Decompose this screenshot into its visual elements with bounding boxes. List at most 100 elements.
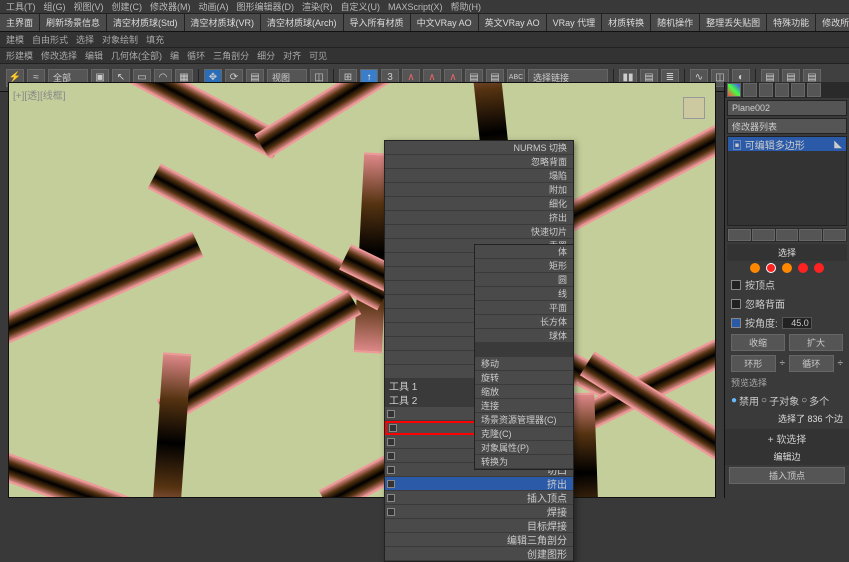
ribbon-item[interactable]: 编 — [170, 49, 179, 62]
preview-multi[interactable]: 多个 — [809, 393, 829, 408]
poly-subobj-icon[interactable] — [798, 263, 808, 273]
tab[interactable]: 材质转换 — [602, 14, 651, 31]
menu-item[interactable]: 渲染(R) — [302, 0, 333, 13]
editedge-rollout[interactable]: 编辑边 — [725, 448, 849, 465]
ctx2-item[interactable]: 球体 — [475, 329, 573, 343]
object-name-field[interactable]: Plane002 — [727, 100, 847, 116]
ribbon-item[interactable]: 几何体(全部) — [111, 49, 162, 62]
insert-vertex-button[interactable]: 插入顶点 — [729, 467, 845, 484]
tab[interactable]: 刷新场景信息 — [40, 14, 107, 31]
ctx-quickslice[interactable]: 快速切片 — [385, 225, 573, 239]
softsel-rollout[interactable]: + 软选择 — [725, 429, 849, 448]
tab[interactable]: 随机操作 — [651, 14, 700, 31]
ribbon-item[interactable]: 建模 — [6, 33, 24, 46]
ctx2-scale[interactable]: 缩放 — [475, 385, 573, 399]
ribbon-item[interactable]: 细分 — [257, 49, 275, 62]
menu-item[interactable]: 自定义(U) — [341, 0, 381, 13]
menu-item[interactable]: 帮助(H) — [451, 0, 482, 13]
ctx-weld[interactable]: 焊接 — [385, 505, 573, 519]
ctx-nurms[interactable]: NURMS 切换 — [385, 141, 573, 155]
ctx2-object-props[interactable]: 对象属性(P) — [475, 441, 573, 455]
tab[interactable]: 清空材质球(Arch) — [261, 14, 344, 31]
display-tab-icon[interactable] — [791, 83, 805, 97]
by-vertex-checkbox[interactable] — [731, 280, 741, 290]
stack-btn[interactable] — [799, 229, 822, 241]
tab[interactable]: 整理丢失贴图 — [700, 14, 767, 31]
loop-button[interactable]: 循环 — [789, 355, 834, 372]
vertex-subobj-icon[interactable] — [750, 263, 760, 273]
stack-btn[interactable] — [776, 229, 799, 241]
ctx2-clone[interactable]: 克隆(C) — [475, 427, 573, 441]
ctx2-item[interactable]: 线 — [475, 287, 573, 301]
stack-btn[interactable] — [728, 229, 751, 241]
stack-btn[interactable] — [823, 229, 846, 241]
ctx2-convert-to[interactable]: 转换为 — [475, 455, 573, 469]
ctx-collapse[interactable]: 塌陷 — [385, 169, 573, 183]
menu-item[interactable]: 工具(T) — [6, 0, 36, 13]
ribbon-item[interactable]: 选择 — [76, 33, 94, 46]
viewport[interactable]: [+][透][线框] — [8, 82, 716, 498]
ctx2-scene-explorer[interactable]: 场景资源管理器(C) — [475, 413, 573, 427]
ctx2-item[interactable]: 平面 — [475, 301, 573, 315]
create-tab-icon[interactable] — [727, 83, 741, 97]
ribbon-item[interactable]: 三角剖分 — [213, 49, 249, 62]
tab[interactable]: VRay 代理 — [547, 14, 603, 31]
tab[interactable]: 特殊功能 — [767, 14, 816, 31]
menu-item[interactable]: 创建(C) — [112, 0, 143, 13]
ctx-extrude[interactable]: 挤出 — [385, 211, 573, 225]
grow-button[interactable]: 扩大 — [789, 334, 843, 351]
ctx2-connect[interactable]: 连接 — [475, 399, 573, 413]
ctx2-item[interactable]: 矩形 — [475, 259, 573, 273]
menu-item[interactable]: 动画(A) — [199, 0, 229, 13]
ctx-tessellate[interactable]: 细化 — [385, 197, 573, 211]
ctx-create-shape[interactable]: 创建图形 — [385, 547, 573, 561]
ctx2-item[interactable]: 体 — [475, 245, 573, 259]
stack-btn[interactable] — [752, 229, 775, 241]
ribbon-item[interactable]: 编辑 — [85, 49, 103, 62]
hierarchy-tab-icon[interactable] — [759, 83, 773, 97]
rollout-title[interactable]: 选择 — [727, 244, 847, 261]
modify-tab-icon[interactable] — [743, 83, 757, 97]
shrink-button[interactable]: 收缩 — [731, 334, 785, 351]
menu-item[interactable]: MAXScript(X) — [388, 2, 443, 12]
border-subobj-icon[interactable] — [782, 263, 792, 273]
menu-item[interactable]: 组(G) — [44, 0, 66, 13]
pin-icon[interactable]: ◣ — [834, 139, 842, 150]
viewport-label[interactable]: [+][透][线框] — [13, 87, 66, 102]
ctx2-move[interactable]: 移动 — [475, 357, 573, 371]
ribbon-item[interactable]: 修改选择 — [41, 49, 77, 62]
edge-subobj-icon[interactable] — [766, 263, 776, 273]
ribbon-item[interactable]: 对齐 — [283, 49, 301, 62]
ring-button[interactable]: 环形 — [731, 355, 776, 372]
tab[interactable]: 修改所有VRayMtl — [816, 14, 849, 31]
ctx-attach[interactable]: 附加 — [385, 183, 573, 197]
modifier-stack[interactable]: ▣ 可编辑多边形 ◣ — [727, 136, 847, 226]
preview-disable[interactable]: 禁用 — [739, 393, 759, 408]
tab[interactable]: 英文VRay AO — [479, 14, 547, 31]
ctx-ignore-back[interactable]: 忽略背面 — [385, 155, 573, 169]
ignore-back-checkbox[interactable] — [731, 299, 741, 309]
element-subobj-icon[interactable] — [814, 263, 824, 273]
ribbon-item[interactable]: 对象绘制 — [102, 33, 138, 46]
ctx2-item[interactable]: 长方体 — [475, 315, 573, 329]
viewcube[interactable] — [683, 97, 705, 119]
preview-subobj[interactable]: 子对象 — [769, 393, 799, 408]
ctx-edit-tri[interactable]: 编辑三角剖分 — [385, 533, 573, 547]
menu-item[interactable]: 视图(V) — [74, 0, 104, 13]
by-angle-checkbox[interactable] — [731, 318, 741, 328]
ribbon-item[interactable]: 填充 — [146, 33, 164, 46]
tab[interactable]: 清空材质球(VR) — [185, 14, 262, 31]
utilities-tab-icon[interactable] — [807, 83, 821, 97]
ribbon-item[interactable]: 循环 — [187, 49, 205, 62]
angle-input[interactable]: 45.0 — [782, 317, 812, 329]
ribbon-item[interactable]: 形建模 — [6, 49, 33, 62]
modifier-list-dropdown[interactable]: 修改器列表 — [727, 118, 847, 134]
menu-item[interactable]: 图形编辑器(D) — [237, 0, 295, 13]
tab[interactable]: 主界面 — [0, 14, 40, 31]
ctx-insert-vert[interactable]: 插入顶点 — [385, 491, 573, 505]
tab[interactable]: 导入所有材质 — [344, 14, 411, 31]
ctx-extrude2[interactable]: 挤出 — [385, 477, 573, 491]
menu-item[interactable]: 修改器(M) — [150, 0, 191, 13]
ctx-target-weld[interactable]: 目标焊接 — [385, 519, 573, 533]
modifier-item[interactable]: ▣ 可编辑多边形 ◣ — [728, 137, 846, 151]
